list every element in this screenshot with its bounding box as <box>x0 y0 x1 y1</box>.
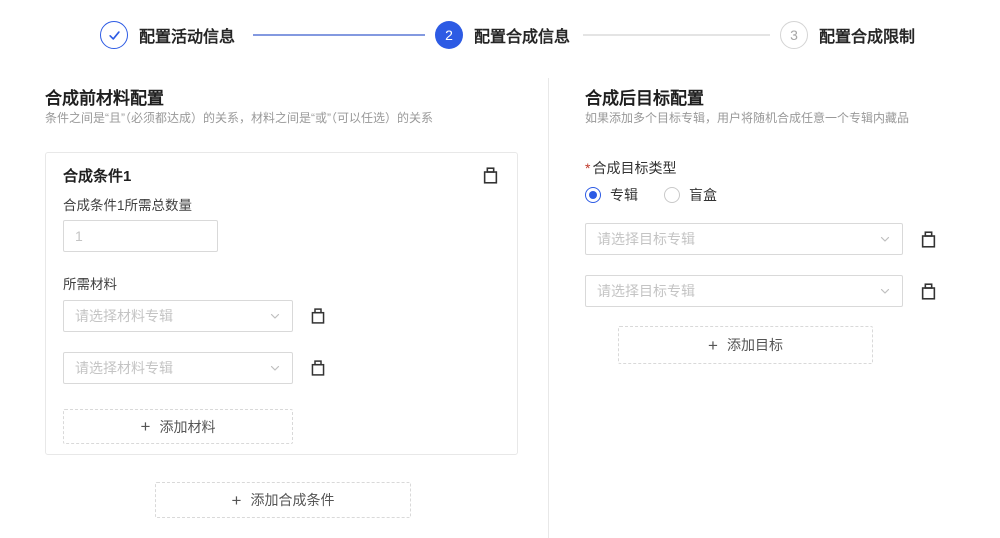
trash-icon <box>309 359 327 377</box>
trash-icon <box>481 166 500 185</box>
add-target-button[interactable]: + 添加目标 <box>618 326 873 364</box>
condition-card-1: 合成条件1 合成条件1所需总数量 所需材料 请选择材料专辑 请选择材料专辑 <box>45 152 518 455</box>
step-connector-1 <box>253 34 425 36</box>
synthesis-config-page: 配置活动信息 2 配置合成信息 3 配置合成限制 合成前材料配置 条件之间是“且… <box>0 0 1000 538</box>
chevron-down-icon <box>879 285 891 297</box>
chevron-down-icon <box>269 362 281 374</box>
material-select-2-placeholder: 请选择材料专辑 <box>75 358 269 378</box>
add-target-label: 添加目标 <box>727 335 783 355</box>
target-select-2[interactable]: 请选择目标专辑 <box>585 275 903 307</box>
step-1-label: 配置活动信息 <box>139 23 235 47</box>
material-select-1-placeholder: 请选择材料专辑 <box>75 306 269 326</box>
condition-card-title: 合成条件1 <box>63 165 131 186</box>
right-panel-title: 合成后目标配置 <box>585 84 704 109</box>
add-condition-button[interactable]: + 添加合成条件 <box>155 482 411 518</box>
step-2-label: 配置合成信息 <box>474 23 570 47</box>
left-panel-subtitle: 条件之间是“且”（必须都达成）的关系，材料之间是“或”（可以任选）的关系 <box>45 109 433 126</box>
delete-material-2-button[interactable] <box>309 359 327 377</box>
chevron-down-icon <box>269 310 281 322</box>
quantity-label: 合成条件1所需总数量 <box>63 194 192 214</box>
step-configure-limit[interactable]: 3 配置合成限制 <box>780 21 915 49</box>
delete-target-2-button[interactable] <box>919 282 938 301</box>
step-3-circle: 3 <box>780 21 808 49</box>
delete-condition-button[interactable] <box>481 166 500 185</box>
panel-divider <box>548 78 549 538</box>
plus-icon: + <box>708 337 718 354</box>
delete-target-1-button[interactable] <box>919 230 938 249</box>
add-material-button[interactable]: + 添加材料 <box>63 409 293 444</box>
step-2-circle: 2 <box>435 21 463 49</box>
materials-label: 所需材料 <box>63 273 117 293</box>
material-select-1[interactable]: 请选择材料专辑 <box>63 300 293 332</box>
plus-icon: + <box>232 492 242 509</box>
right-panel-subtitle: 如果添加多个目标专辑，用户将随机合成任意一个专辑内藏品 <box>585 109 909 126</box>
trash-icon <box>309 307 327 325</box>
radio-option-blindbox[interactable]: 盲盒 <box>664 185 717 205</box>
left-panel-title: 合成前材料配置 <box>45 84 164 109</box>
step-connector-2 <box>583 34 770 36</box>
radio-unselected-icon <box>664 187 680 203</box>
check-icon <box>107 28 122 43</box>
chevron-down-icon <box>879 233 891 245</box>
trash-icon <box>919 230 938 249</box>
radio-selected-icon <box>585 187 601 203</box>
radio-album-label: 专辑 <box>610 185 638 205</box>
quantity-input[interactable] <box>63 220 218 252</box>
delete-material-1-button[interactable] <box>309 307 327 325</box>
add-condition-label: 添加合成条件 <box>250 490 334 510</box>
step-3-label: 配置合成限制 <box>819 23 915 47</box>
step-1-circle <box>100 21 128 49</box>
material-select-2[interactable]: 请选择材料专辑 <box>63 352 293 384</box>
target-select-1[interactable]: 请选择目标专辑 <box>585 223 903 255</box>
required-asterisk: * <box>585 160 590 176</box>
radio-option-album[interactable]: 专辑 <box>585 185 638 205</box>
step-configure-activity[interactable]: 配置活动信息 <box>100 21 235 49</box>
target-type-label: *合成目标类型 <box>585 158 676 178</box>
trash-icon <box>919 282 938 301</box>
radio-blindbox-label: 盲盒 <box>689 185 717 205</box>
plus-icon: + <box>141 418 151 435</box>
target-select-1-placeholder: 请选择目标专辑 <box>597 229 879 249</box>
step-configure-synthesis[interactable]: 2 配置合成信息 <box>435 21 570 49</box>
target-type-radio-group: 专辑 盲盒 <box>585 185 717 205</box>
target-select-2-placeholder: 请选择目标专辑 <box>597 281 879 301</box>
add-material-label: 添加材料 <box>159 417 215 437</box>
